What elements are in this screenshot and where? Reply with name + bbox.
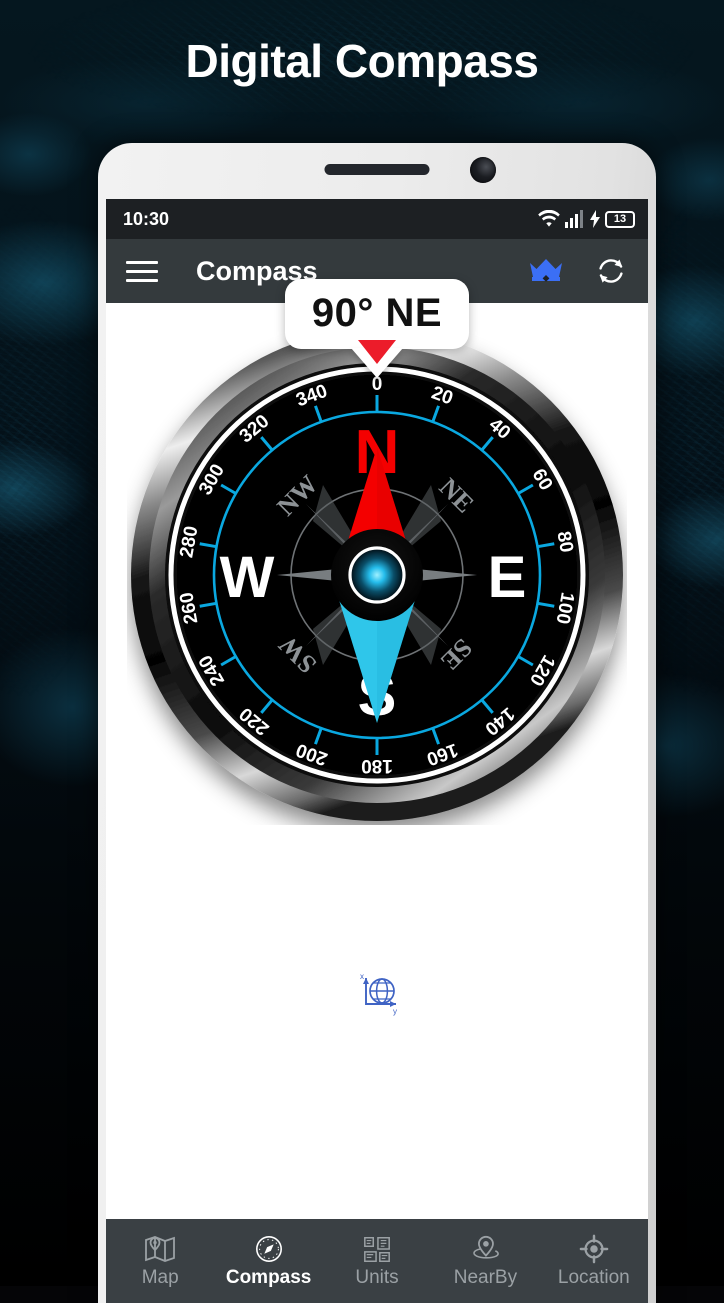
heading-bubble: 90° NE: [284, 279, 470, 349]
cardinal-label-e: E: [488, 545, 527, 610]
svg-text:x: x: [360, 972, 364, 981]
nearby-pin-icon: [473, 1235, 500, 1259]
nav-item-units[interactable]: Units: [323, 1234, 431, 1289]
nav-label-nearby: NearBy: [453, 1266, 518, 1288]
battery-level-text: 13: [613, 212, 627, 225]
phone-screen: 10:30 13 Compass 90° NE 0 20 40 60 80 10…: [106, 199, 648, 1303]
nav-label-location: Location: [557, 1266, 630, 1288]
wifi-icon: [538, 210, 560, 227]
nav-item-compass[interactable]: Compass: [214, 1234, 322, 1289]
globe-axes-icon[interactable]: x y: [354, 971, 400, 1017]
compass-dial[interactable]: 0 20 40 60 80 100 120 140 160 180 200 220 240 260 280 3…: [127, 325, 627, 825]
dial-degree-label: 180: [361, 755, 393, 776]
nav-label-compass: Compass: [225, 1266, 312, 1288]
battery-icon: 13: [605, 210, 635, 228]
location-target-icon: [579, 1234, 609, 1263]
phone-mockup-frame: 10:30 13 Compass 90° NE 0 20 40 60 80 10…: [98, 143, 656, 1303]
nav-item-nearby[interactable]: NearBy: [431, 1234, 539, 1289]
status-icon-group: 13: [538, 210, 635, 228]
nav-label-units: Units: [355, 1266, 399, 1288]
units-icon: [364, 1236, 390, 1262]
map-icon: [145, 1235, 176, 1262]
compass-svg: 0 204060801001201401601802002202402602803…: [131, 329, 623, 821]
charging-bolt-icon: [590, 210, 600, 228]
compass-pointer-arrow: [358, 340, 396, 364]
nav-item-map[interactable]: Map: [106, 1234, 214, 1289]
svg-text:y: y: [393, 1007, 397, 1016]
nav-item-location[interactable]: Location: [540, 1234, 648, 1289]
compass-icon: [255, 1235, 282, 1262]
banner-headline: Digital Compass: [185, 35, 539, 87]
globe-axes-row: x y: [106, 971, 648, 1022]
phone-bezel-top: [98, 143, 656, 199]
front-camera: [470, 157, 496, 183]
status-bar: 10:30 13: [106, 199, 648, 239]
compass-area: 0 20 40 60 80 100 120 140 160 180 200 220 240 260 280 3…: [106, 303, 648, 963]
dial-degree-label: 80: [552, 530, 576, 554]
bottom-navigation-bar: Map Compass Units NearBy Location: [106, 1219, 648, 1303]
cellular-signal-icon: [565, 210, 583, 228]
nav-label-map: Map: [141, 1266, 179, 1288]
earpiece-speaker: [324, 164, 430, 175]
cardinal-label-w: W: [220, 545, 275, 610]
status-time: 10:30: [123, 208, 170, 229]
heading-bubble-container: 90° NE: [106, 279, 648, 378]
